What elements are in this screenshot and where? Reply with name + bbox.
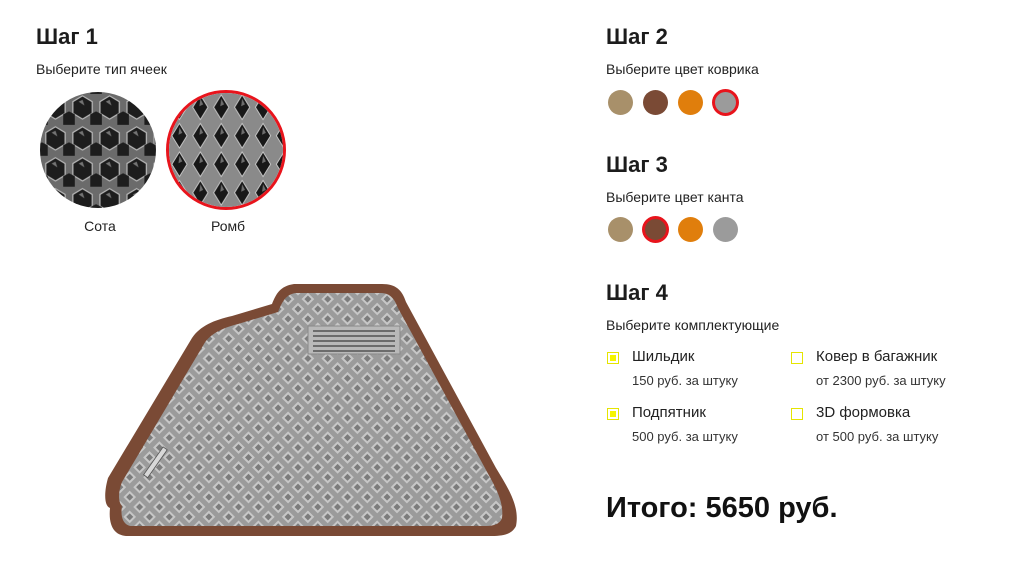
cell-label-sota: Сота [84, 218, 116, 234]
checkbox-3d-forming[interactable] [791, 408, 803, 420]
sota-pattern-image [38, 90, 158, 210]
option-price: от 2300 руб. за штуку [816, 373, 946, 388]
step4-subtitle: Выберите комплектующие [606, 317, 780, 333]
step3-subtitle: Выберите цвет канта [606, 189, 744, 205]
step2-title: Шаг 2 [606, 24, 668, 49]
cell-type-sota[interactable]: Сота [38, 90, 162, 234]
option-name: Подпятник [632, 404, 706, 421]
option-name: 3D формовка [816, 404, 911, 421]
option-price: 150 руб. за штуку [632, 373, 738, 388]
mat-color-orange[interactable] [678, 90, 703, 115]
mat-preview-image [100, 280, 520, 538]
option-price: от 500 руб. за штуку [816, 429, 939, 444]
checkbox-trunk-mat[interactable] [791, 352, 803, 364]
romb-pattern-image [166, 90, 286, 210]
heel-pad-plate [307, 325, 401, 355]
step1-subtitle: Выберите тип ячеек [36, 61, 167, 77]
step3-title: Шаг 3 [606, 152, 668, 177]
checkbox-heel-pad[interactable] [607, 408, 619, 420]
edge-color-brown[interactable] [643, 217, 668, 242]
checkbox-shildik[interactable] [607, 352, 619, 364]
mat-color-brown[interactable] [643, 90, 668, 115]
mat-color-picker [608, 90, 738, 115]
cell-type-romb[interactable]: Ромб [166, 90, 290, 234]
option-name: Шильдик [632, 348, 695, 365]
step2-subtitle: Выберите цвет коврика [606, 61, 759, 77]
edge-color-grey[interactable] [713, 217, 738, 242]
edge-color-beige[interactable] [608, 217, 633, 242]
mat-color-grey[interactable] [713, 90, 738, 115]
cell-label-romb: Ромб [211, 218, 245, 234]
step1-title: Шаг 1 [36, 24, 98, 49]
step4-title: Шаг 4 [606, 280, 668, 305]
option-price: 500 руб. за штуку [632, 429, 738, 444]
edge-color-picker [608, 217, 738, 242]
edge-color-orange[interactable] [678, 217, 703, 242]
mat-color-beige[interactable] [608, 90, 633, 115]
total-price: Итого: 5650 руб. [606, 492, 838, 524]
option-name: Ковер в багажник [816, 348, 938, 365]
